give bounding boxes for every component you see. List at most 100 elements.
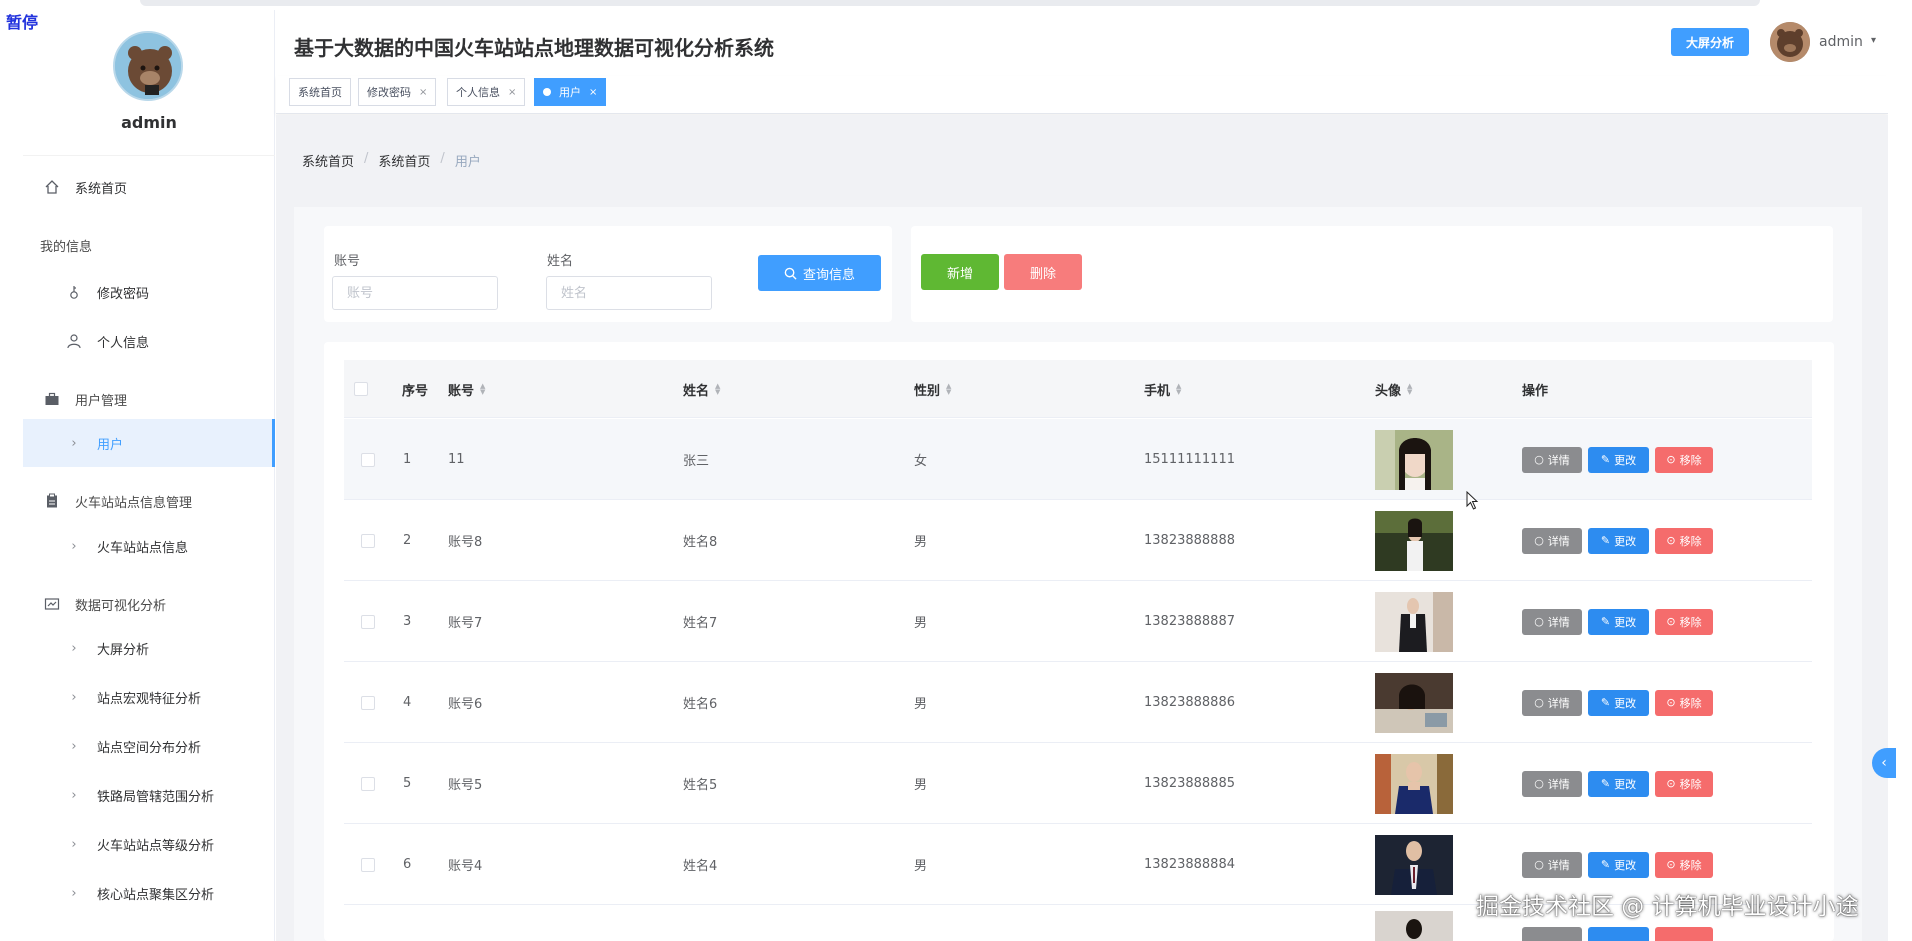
cell-gender: 女 — [914, 454, 928, 469]
sidebar-item-grade-analysis[interactable]: › 火车站站点等级分析 — [23, 820, 275, 868]
remove-button[interactable]: ⊙ 移除 — [1655, 770, 1713, 797]
edit-button[interactable]: ✎ 更改 — [1588, 527, 1649, 554]
sort-icon[interactable]: ▲ ▼ — [1176, 383, 1181, 396]
remove-button[interactable]: ⊙ 移除 — [1655, 689, 1713, 716]
detail-button[interactable]: ○ 详情 — [1522, 851, 1582, 878]
top-header: 基于大数据的中国火车站站点地理数据可视化分析系统 大屏分析 admin ▾ — [276, 10, 1888, 72]
edit-button[interactable]: ✎ 更改 — [1588, 689, 1649, 716]
sidebar-item-bureau-analysis[interactable]: › 铁路局管辖范围分析 — [23, 771, 275, 819]
chart-icon — [43, 595, 61, 613]
edit-button[interactable] — [1588, 927, 1649, 941]
big-screen-button[interactable]: 大屏分析 — [1671, 28, 1749, 56]
row-checkbox[interactable] — [361, 824, 375, 905]
sort-icon[interactable]: ▲ ▼ — [480, 383, 485, 396]
breadcrumb-item[interactable]: 系统首页 — [378, 151, 430, 170]
pencil-icon: ✎ — [1600, 777, 1611, 790]
sidebar-item-station-info[interactable]: › 火车站站点信息 — [23, 522, 275, 570]
tab-label: 用户 — [559, 86, 581, 99]
close-icon[interactable]: × — [419, 87, 427, 98]
select-all-checkbox[interactable] — [354, 360, 368, 418]
sidebar-item-change-password[interactable]: 修改密码 — [23, 268, 275, 316]
home-icon — [43, 178, 61, 196]
breadcrumb-item[interactable]: 系统首页 — [302, 151, 354, 170]
header-avatar[interactable]: 头像 ▲ ▼ — [1375, 360, 1412, 418]
detail-button[interactable]: ○ 详情 — [1522, 689, 1582, 716]
collapse-drawer-icon[interactable]: ‹ — [1872, 748, 1896, 778]
header-phone[interactable]: 手机 ▲ ▼ — [1144, 360, 1181, 418]
row-checkbox[interactable] — [361, 743, 375, 824]
row-checkbox[interactable] — [361, 419, 375, 500]
sidebar-group-user-management[interactable]: 用户管理 — [23, 375, 275, 423]
sidebar-item-macro-analysis[interactable]: › 站点宏观特征分析 — [23, 673, 275, 721]
table-row[interactable]: 2 账号8 姓名8 男 13823888888 ○ 详情 ✎ 更改 ⊙ 移除 — [344, 500, 1812, 581]
cell-operations: ○ 详情 ✎ 更改 ⊙ 移除 — [1522, 500, 1719, 581]
remove-button[interactable]: ⊙ 移除 — [1655, 851, 1713, 878]
sidebar-item-label: 系统首页 — [75, 181, 128, 197]
close-icon[interactable]: × — [508, 87, 516, 98]
edit-button[interactable]: ✎ 更改 — [1588, 446, 1649, 473]
chevron-down-icon[interactable]: ▾ — [1871, 35, 1876, 46]
header-avatar[interactable] — [1770, 22, 1810, 62]
table-row[interactable]: 4 账号6 姓名6 男 13823888886 ○ 详情 ✎ 更改 ⊙ 移除 — [344, 662, 1812, 743]
tab-change-password[interactable]: 修改密码 × — [358, 78, 437, 106]
sort-icon[interactable]: ▲ ▼ — [1407, 383, 1412, 396]
cell-account: 11 — [448, 452, 465, 467]
table-row[interactable]: 1 11 张三 女 15111111111 ○ 详情 ✎ 更改 ⊙ 移除 — [344, 419, 1812, 500]
sidebar-item-cluster-analysis[interactable]: › 核心站点聚集区分析 — [23, 869, 275, 917]
pencil-icon: ✎ — [1600, 858, 1611, 871]
sidebar-item-spatial-analysis[interactable]: › 站点空间分布分析 — [23, 722, 275, 770]
header-username[interactable]: admin — [1819, 34, 1863, 50]
row-checkbox[interactable] — [361, 500, 375, 581]
sidebar-group-station-management[interactable]: 火车站站点信息管理 — [23, 477, 275, 525]
detail-button[interactable]: ○ 详情 — [1522, 527, 1582, 554]
table-row[interactable]: 5 账号5 姓名5 男 13823888885 ○ 详情 ✎ 更改 ⊙ 移除 — [344, 743, 1812, 824]
row-checkbox[interactable] — [361, 662, 375, 743]
remove-button[interactable]: ⊙ 移除 — [1655, 527, 1713, 554]
tab-home[interactable]: 系统首页 — [289, 78, 351, 106]
edit-button[interactable]: ✎ 更改 — [1588, 770, 1649, 797]
account-input[interactable] — [332, 276, 498, 310]
table-row[interactable]: 3 账号7 姓名7 男 13823888887 ○ 详情 ✎ 更改 ⊙ 移除 — [344, 581, 1812, 662]
remove-button[interactable]: ⊙ 移除 — [1655, 446, 1713, 473]
chevron-right-icon: › — [71, 435, 77, 451]
remove-button[interactable] — [1655, 927, 1713, 941]
sidebar-item-label: 铁路局管辖范围分析 — [97, 789, 215, 805]
header-account[interactable]: 账号 ▲ ▼ — [448, 360, 485, 418]
pause-indicator: 暂停 — [6, 13, 39, 32]
sidebar-item-personal-info[interactable]: 个人信息 — [23, 317, 275, 365]
action-bar: 新增 删除 — [911, 226, 1833, 322]
header-name[interactable]: 姓名 ▲ ▼ — [683, 360, 720, 418]
breadcrumb-separator: / — [440, 151, 445, 166]
sidebar-item-label: 火车站站点等级分析 — [97, 838, 215, 854]
clipboard-icon — [43, 492, 61, 510]
sort-icon[interactable]: ▲ ▼ — [715, 383, 720, 396]
edit-button[interactable]: ✎ 更改 — [1588, 608, 1649, 635]
detail-button[interactable]: ○ 详情 — [1522, 446, 1582, 473]
remove-button[interactable]: ⊙ 移除 — [1655, 608, 1713, 635]
search-icon: ○ — [1534, 696, 1544, 709]
sidebar-group-my-info[interactable]: 我的信息 — [23, 221, 275, 269]
cell-phone: 13823888888 — [1144, 533, 1235, 548]
sidebar-item-big-screen[interactable]: › 大屏分析 — [23, 624, 275, 672]
close-icon[interactable]: × — [589, 87, 597, 98]
row-checkbox[interactable] — [361, 581, 375, 662]
delete-button[interactable]: 删除 — [1004, 254, 1082, 290]
tab-users[interactable]: 用户 × — [534, 78, 607, 106]
detail-button[interactable]: ○ 详情 — [1522, 608, 1582, 635]
query-button[interactable]: 查询信息 — [758, 255, 881, 291]
name-input[interactable] — [546, 276, 712, 310]
edit-button[interactable]: ✎ 更改 — [1588, 851, 1649, 878]
chevron-right-icon: › — [71, 738, 77, 754]
user-photo — [1375, 429, 1453, 490]
sort-icon[interactable]: ▲ ▼ — [946, 383, 951, 396]
sidebar-item-home[interactable]: 系统首页 — [23, 163, 275, 211]
detail-button[interactable]: ○ 详情 — [1522, 770, 1582, 797]
chevron-right-icon: › — [71, 836, 77, 852]
tab-personal-info[interactable]: 个人信息 × — [447, 78, 526, 106]
key-icon — [65, 283, 83, 301]
header-gender[interactable]: 性别 ▲ ▼ — [914, 360, 951, 418]
detail-button[interactable] — [1522, 927, 1582, 941]
sidebar-group-data-visualization[interactable]: 数据可视化分析 — [23, 580, 275, 628]
sidebar-item-users[interactable]: › 用户 — [23, 419, 275, 467]
add-button[interactable]: 新增 — [921, 254, 999, 290]
